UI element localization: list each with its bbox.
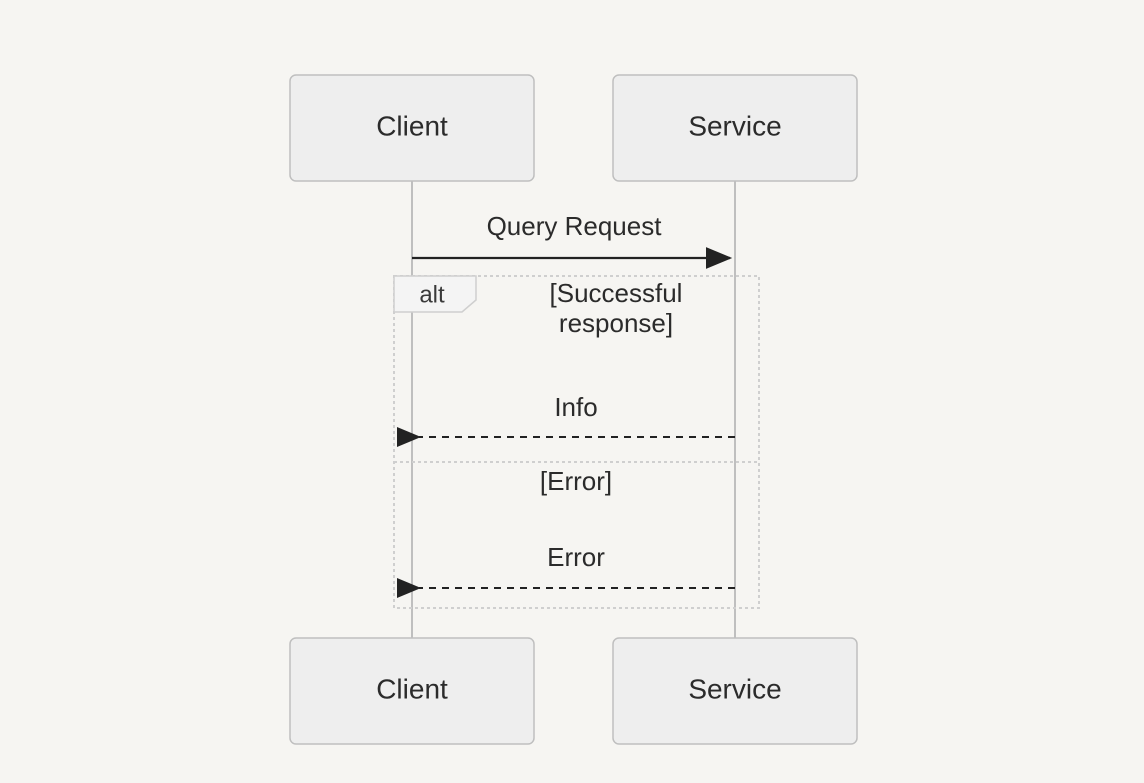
client-label-bottom: Client [376,673,448,704]
alt-label: alt [419,281,445,308]
error-message-label: Error [547,542,605,572]
service-participant-bottom: Service [613,638,857,744]
service-label-top: Service [688,110,781,141]
service-participant-top: Service [613,75,857,181]
sequence-diagram: Client Service Query Request alt [Succes… [0,0,1144,783]
alt-condition-2: [Error] [540,466,612,496]
alt-condition-1-line1: [Successful [550,278,683,308]
info-message-label: Info [554,392,597,422]
client-label-top: Client [376,110,448,141]
client-participant-bottom: Client [290,638,534,744]
request-message-label: Query Request [487,211,663,241]
alt-condition-1-line2: response] [559,308,673,338]
service-label-bottom: Service [688,673,781,704]
client-participant-top: Client [290,75,534,181]
